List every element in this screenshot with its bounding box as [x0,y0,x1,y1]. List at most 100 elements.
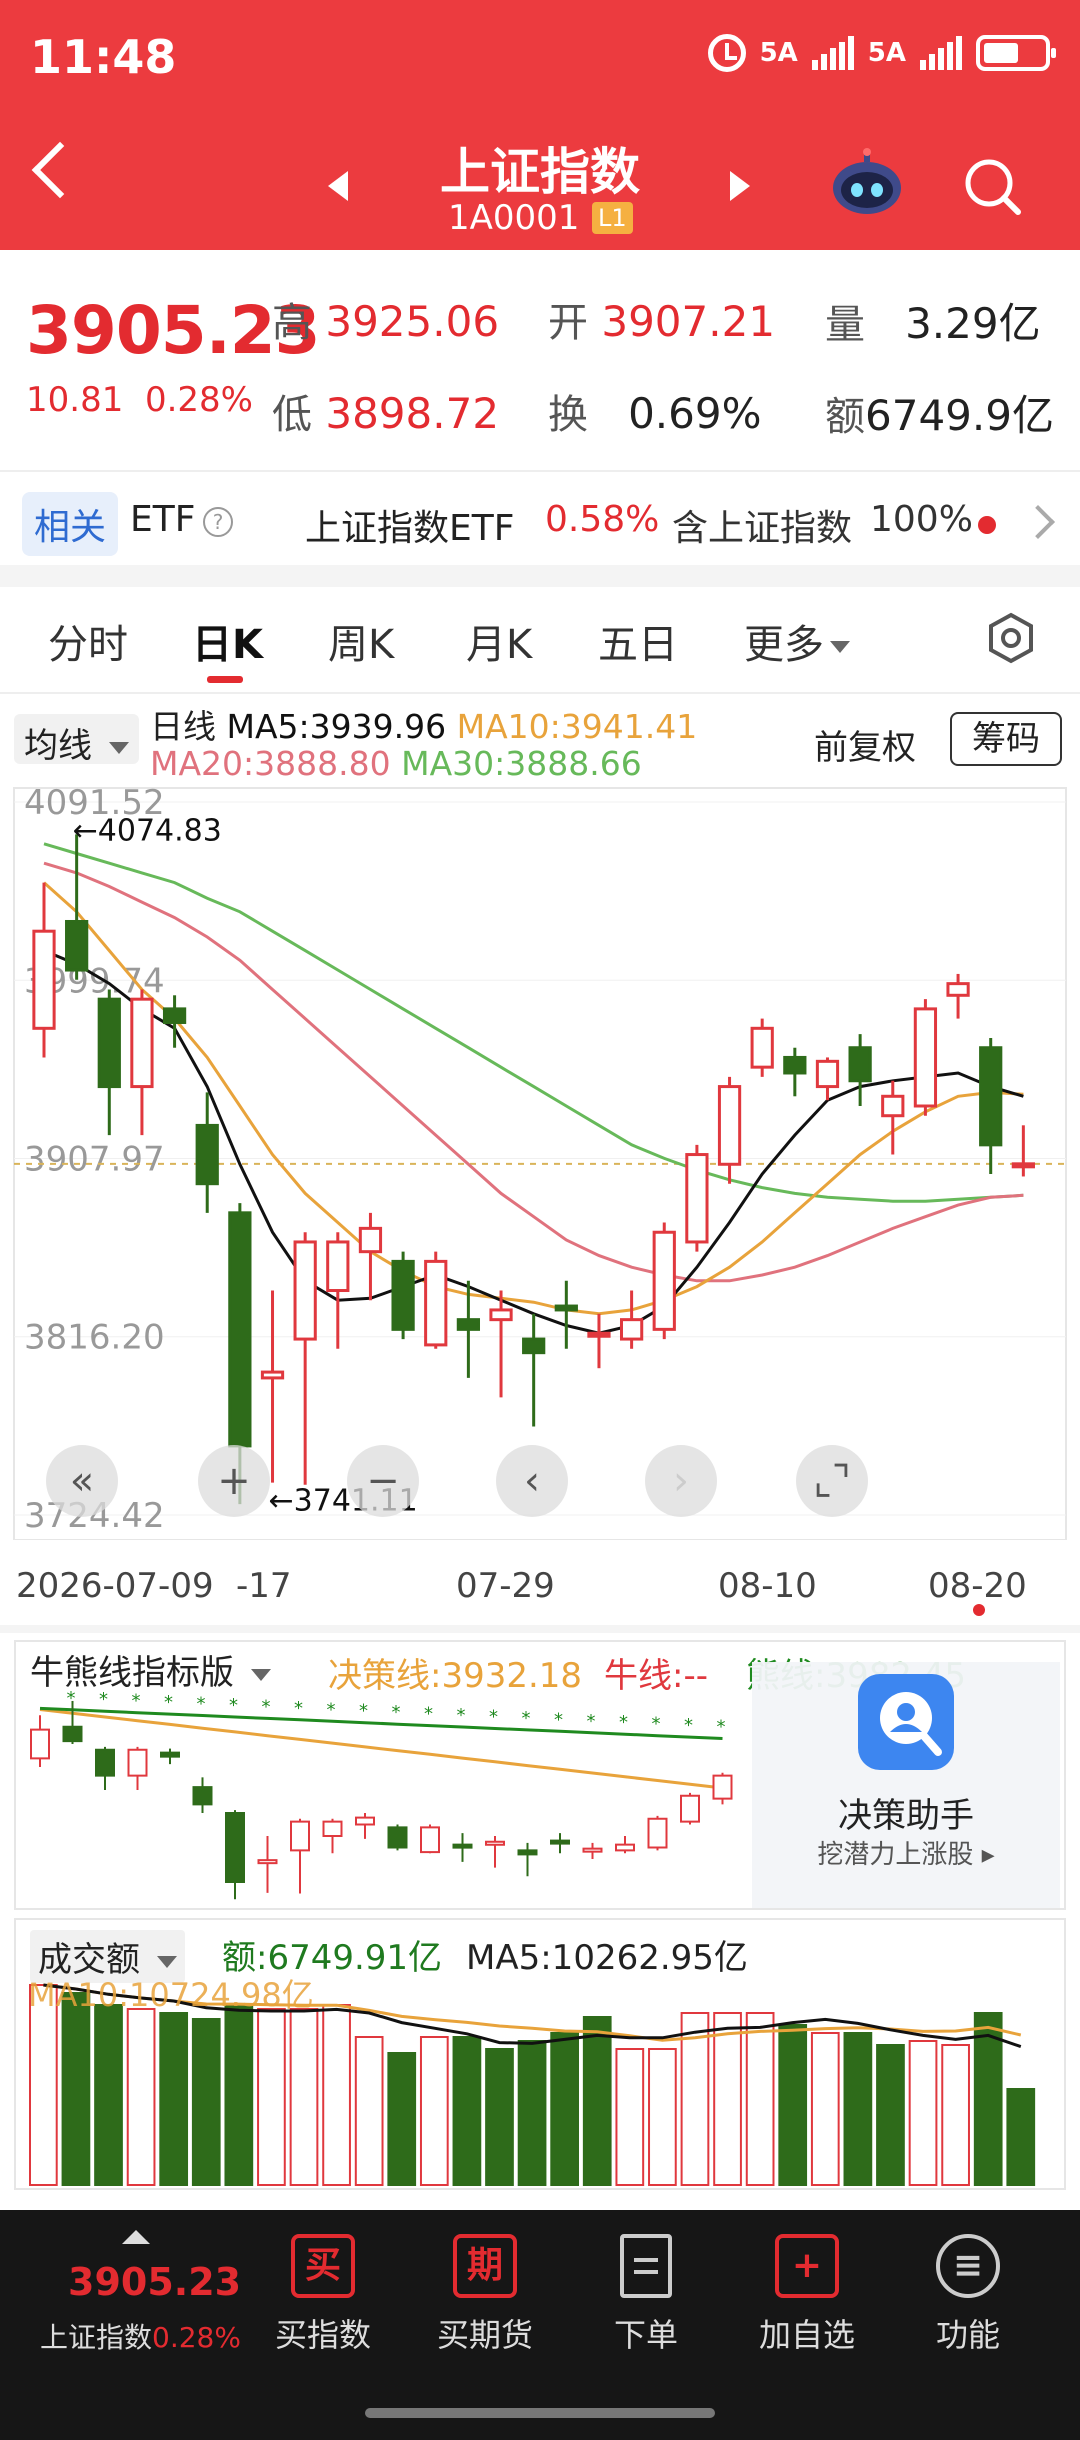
bear-marker: * [424,1704,433,1725]
volume-bar [1006,2088,1036,2186]
bear-marker: * [392,1702,401,1723]
caret-up-icon[interactable] [122,2230,150,2244]
candle-body [97,997,121,1089]
tab-monthly-k[interactable]: 月K [466,612,532,670]
scroll-right-button[interactable]: › [645,1445,717,1517]
zoom-out-all-button[interactable]: « [46,1445,118,1517]
decision-assistant-card[interactable]: 决策助手 挖潜力上涨股 ▸ [752,1662,1060,1908]
page-title: 上证指数 [440,143,640,201]
bear-marker: * [197,1694,206,1715]
candle-body [913,1007,938,1108]
bear-marker: * [522,1708,531,1729]
bear-marker: * [164,1692,173,1713]
ma10-line [42,881,1024,1316]
bb-candle-body [712,1774,733,1800]
bullbear-chart[interactable]: * * * * * * * * * * * * * * * * * * * * * [0,1690,760,1910]
x-label-4: 08-10 [718,1566,817,1606]
home-indicator[interactable] [365,2408,715,2418]
bb-candle-body [452,1843,473,1849]
bear-marker: * [132,1691,141,1712]
volume-bar [582,2016,612,2186]
contains-label: 含上证指数 [672,508,853,549]
search-icon[interactable] [962,156,1022,216]
kline-chart[interactable]: 4091.523999.743907.973816.203724.42←4074… [0,780,1080,1540]
nav-sub-pct: 0.28% [152,2321,241,2354]
volume-bar [61,1992,91,2186]
high-stat: 高 3925.06 [272,290,499,348]
candle-body [522,1337,546,1355]
next-stock-icon[interactable] [730,171,750,201]
tab-daily-k[interactable]: 日K [192,612,263,670]
functions-button[interactable]: ≡ 功能 [898,2234,1038,2356]
volume-bar [126,2008,156,2186]
bb-candle-body [160,1751,180,1758]
zoom-in-button[interactable]: + [198,1445,270,1517]
volume-bar [289,2008,319,2186]
section-gap [0,565,1080,587]
caret-down-icon [156,1955,177,1968]
tab-more[interactable]: 更多 [744,612,850,670]
ma30-legend: MA30:3888.66 [401,744,642,783]
add-watchlist-button[interactable]: + 加自选 [737,2234,877,2356]
bear-marker: * [717,1717,726,1738]
etf-name[interactable]: 上证指数ETF [305,499,514,551]
bb-candle-body [257,1859,278,1865]
fullscreen-button[interactable]: ⌞⌝ [796,1445,868,1517]
candle-body [456,1318,481,1331]
candle-body [848,1046,872,1083]
bullbear-dropdown[interactable]: 牛熊线指标版 [30,1645,271,1694]
bear-marker: * [99,1690,108,1710]
volume-bar [257,2008,286,2186]
place-order-button[interactable]: 下单 [576,2234,716,2356]
bb-candle-body [420,1826,440,1854]
candle-body [587,1331,611,1338]
bear-marker: * [489,1706,498,1727]
candle-body [424,1259,448,1347]
bb-candle-body [322,1820,343,1837]
volume-bar [908,2040,938,2186]
x-label-5: 08-20 [928,1566,1027,1606]
signal-icon [811,36,854,70]
ma-legend-1: 日线 MA5:3939.96 MA10:3941.41 [150,700,697,748]
volume-value: 3.29亿 [905,299,1041,348]
chevron-right-icon[interactable] [1021,505,1055,539]
bottom-nav: 3905.23 上证指数0.28% 买 买指数 期 买期货 下单 + 加自选 ≡… [0,2210,1080,2440]
buy-index-button[interactable]: 买 买指数 [253,2234,393,2356]
bb-candle-body [192,1786,213,1806]
bb-candle-body [355,1816,375,1826]
chips-button[interactable]: 筹码 [950,712,1062,766]
bear-marker: * [684,1715,693,1736]
adjust-mode[interactable]: 前复权 [814,720,916,769]
candle-body [685,1153,709,1244]
add-watchlist-label: 加自选 [758,2316,855,2354]
bear-marker: * [457,1705,466,1726]
open-stat: 开 3907.21 [548,290,775,348]
related-tag[interactable]: 相关 [22,492,119,556]
volume-bar [615,2048,645,2186]
bear-marker: * [229,1695,238,1716]
buy-futures-button[interactable]: 期 买期货 [415,2234,555,2356]
volume-bar [354,2036,384,2186]
volume-chart[interactable]: MA10:10724.98亿 [0,1970,1080,2190]
bb-candle-body [387,1826,408,1849]
help-icon[interactable]: ? [203,507,233,537]
bb-candle-body [225,1812,245,1883]
tab-weekly-k[interactable]: 周K [328,612,394,670]
indicator-dropdown[interactable]: 均线 [14,714,139,766]
low-value: 3898.72 [325,389,500,438]
nav-sub: 上证指数0.28% [40,2316,241,2356]
scroll-left-button[interactable]: ‹ [496,1445,568,1517]
bullbear-name: 牛熊线指标版 [30,1653,234,1693]
tab-intraday[interactable]: 分时 [48,612,128,670]
ma5-legend: MA5:3939.96 [226,707,447,746]
settings-icon[interactable] [985,612,1037,664]
zoom-out-button[interactable]: − [347,1445,419,1517]
robot-assistant-icon[interactable] [828,148,906,218]
tab-five-day[interactable]: 五日 [598,612,678,670]
candle-body [130,997,154,1089]
volume-bar [224,2004,254,2186]
buy-index-label: 买指数 [274,2316,371,2354]
candle-body [326,1240,350,1293]
alarm-icon [707,34,746,72]
bb-candle-body [550,1839,570,1845]
